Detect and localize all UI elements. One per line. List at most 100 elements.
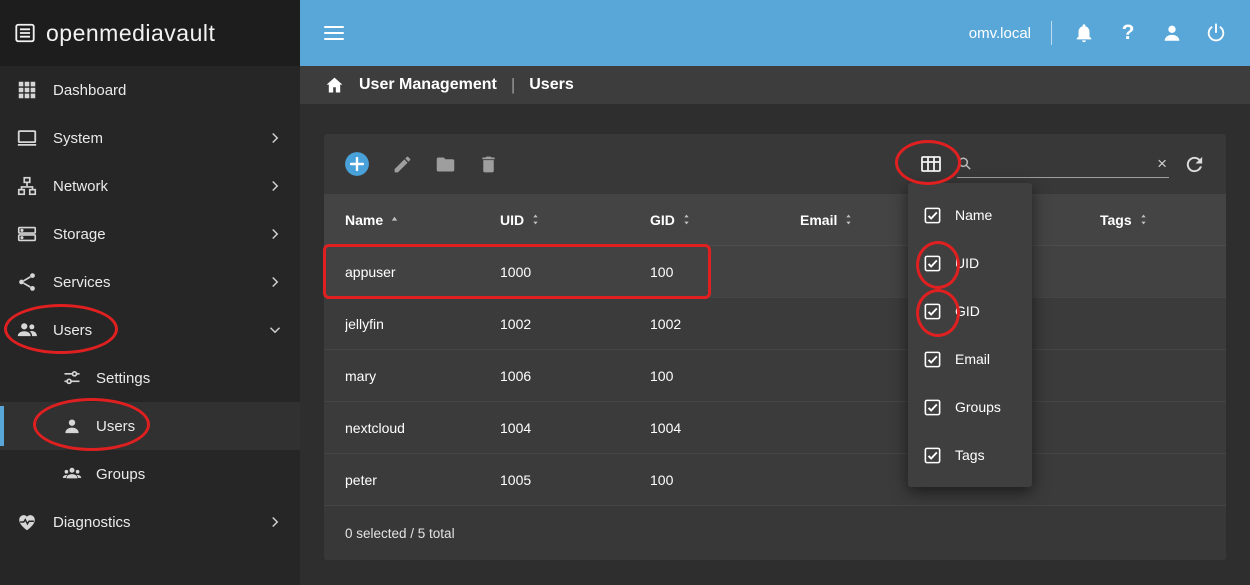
checkbox-checked-icon[interactable] xyxy=(923,446,942,465)
power-icon[interactable] xyxy=(1204,21,1228,45)
cell-gid: 100 xyxy=(650,368,800,384)
delete-trash-icon[interactable] xyxy=(478,154,499,175)
table-header-row: Name UID GID Email Groups Tags xyxy=(324,194,1226,246)
sort-both-icon xyxy=(842,213,855,226)
sort-both-icon xyxy=(529,213,542,226)
search-input[interactable] xyxy=(978,156,1151,172)
cell-uid: 1004 xyxy=(500,420,650,436)
add-user-button[interactable] xyxy=(344,151,370,177)
column-menu-item-groups[interactable]: Groups xyxy=(908,383,1032,431)
cell-name: mary xyxy=(345,368,500,384)
cell-name: jellyfin xyxy=(345,316,500,332)
column-menu-label: Tags xyxy=(955,447,985,463)
table-footer: 0 selected / 5 total xyxy=(324,506,1226,560)
column-label: Tags xyxy=(1100,212,1132,228)
hostname: omv.local xyxy=(969,25,1031,42)
breadcrumb-separator: | xyxy=(511,75,515,95)
cell-uid: 1005 xyxy=(500,472,650,488)
cell-uid: 1006 xyxy=(500,368,650,384)
sidebar-nav: Dashboard System Network S xyxy=(0,66,300,546)
column-header-name[interactable]: Name xyxy=(345,212,500,228)
chevron-down-icon xyxy=(266,321,284,339)
help-icon[interactable]: ? xyxy=(1116,21,1140,45)
sidebar-item-system[interactable]: System xyxy=(0,114,300,162)
column-menu-item-uid[interactable]: UID xyxy=(908,239,1032,287)
sidebar-item-label: Diagnostics xyxy=(53,514,131,531)
topbar-right: omv.local ? xyxy=(969,21,1228,45)
clear-search-icon[interactable]: × xyxy=(1157,155,1169,172)
table-toolbar: × xyxy=(324,134,1226,194)
checkbox-checked-icon[interactable] xyxy=(923,302,942,321)
vault-logo-icon xyxy=(14,22,36,44)
column-label: Name xyxy=(345,212,383,228)
topbar: omv.local ? xyxy=(300,0,1250,66)
sort-both-icon xyxy=(1137,213,1150,226)
sidebar-item-label: Dashboard xyxy=(53,82,126,99)
cell-gid: 1002 xyxy=(650,316,800,332)
table-row[interactable]: appuser 1000 100 xyxy=(324,246,1226,298)
app-title: openmediavault xyxy=(46,20,215,47)
groups-icon xyxy=(62,464,82,484)
chevron-right-icon xyxy=(266,129,284,147)
menu-icon[interactable] xyxy=(324,22,344,44)
sidebar-item-diagnostics[interactable]: Diagnostics xyxy=(0,498,300,546)
search-icon xyxy=(957,156,972,171)
shared-folder-icon[interactable] xyxy=(435,154,456,175)
column-menu-item-email[interactable]: Email xyxy=(908,335,1032,383)
sidebar-item-users[interactable]: Users xyxy=(0,306,300,354)
column-header-tags[interactable]: Tags xyxy=(1100,212,1226,228)
sidebar-item-users-groups[interactable]: Groups xyxy=(0,450,300,498)
refresh-icon[interactable] xyxy=(1183,153,1206,176)
sidebar-item-label: Users xyxy=(96,418,135,435)
sidebar-item-storage[interactable]: Storage xyxy=(0,210,300,258)
sidebar-item-services[interactable]: Services xyxy=(0,258,300,306)
column-header-gid[interactable]: GID xyxy=(650,212,800,228)
column-menu-item-tags[interactable]: Tags xyxy=(908,431,1032,479)
apps-grid-icon xyxy=(16,79,38,101)
sidebar: openmediavault Dashboard System xyxy=(0,0,300,585)
notifications-bell-icon[interactable] xyxy=(1072,21,1096,45)
sidebar-item-users-settings[interactable]: Settings xyxy=(0,354,300,402)
home-icon[interactable] xyxy=(324,75,345,96)
chevron-right-icon xyxy=(266,273,284,291)
selection-summary: 0 selected / 5 total xyxy=(345,526,455,541)
checkbox-checked-icon[interactable] xyxy=(923,350,942,369)
column-label: GID xyxy=(650,212,675,228)
column-menu-item-name[interactable]: Name xyxy=(908,191,1032,239)
chevron-right-icon xyxy=(266,513,284,531)
cell-name: appuser xyxy=(345,264,500,280)
breadcrumb-section[interactable]: User Management xyxy=(359,76,497,94)
sidebar-item-users-users[interactable]: Users xyxy=(0,402,300,450)
sort-both-icon xyxy=(680,213,693,226)
cell-gid: 1004 xyxy=(650,420,800,436)
table-row[interactable]: jellyfin 1002 1002 xyxy=(324,298,1226,350)
chevron-right-icon xyxy=(266,225,284,243)
checkbox-checked-icon[interactable] xyxy=(923,206,942,225)
sliders-icon xyxy=(62,368,82,388)
table-row[interactable]: mary 1006 100 xyxy=(324,350,1226,402)
monitor-icon xyxy=(16,127,38,149)
cell-uid: 1000 xyxy=(500,264,650,280)
breadcrumb-page: Users xyxy=(529,76,573,94)
breadcrumb: User Management | Users xyxy=(300,66,1250,104)
checkbox-checked-icon[interactable] xyxy=(923,254,942,273)
app-logo[interactable]: openmediavault xyxy=(0,0,300,66)
people-icon xyxy=(16,319,38,341)
toolbar-right: × xyxy=(919,150,1206,178)
column-chooser-icon[interactable] xyxy=(919,152,943,176)
sidebar-item-dashboard[interactable]: Dashboard xyxy=(0,66,300,114)
network-hub-icon xyxy=(16,175,38,197)
sidebar-item-label: Services xyxy=(53,274,111,291)
checkbox-checked-icon[interactable] xyxy=(923,398,942,417)
edit-pencil-icon[interactable] xyxy=(392,154,413,175)
search-box: × xyxy=(957,150,1169,178)
table-row[interactable]: peter 1005 100 xyxy=(324,454,1226,506)
help-glyph: ? xyxy=(1122,21,1135,45)
sidebar-item-label: Settings xyxy=(96,370,150,387)
sidebar-item-label: System xyxy=(53,130,103,147)
column-menu-item-gid[interactable]: GID xyxy=(908,287,1032,335)
column-header-uid[interactable]: UID xyxy=(500,212,650,228)
sidebar-item-network[interactable]: Network xyxy=(0,162,300,210)
user-account-icon[interactable] xyxy=(1160,21,1184,45)
table-row[interactable]: nextcloud 1004 1004 xyxy=(324,402,1226,454)
